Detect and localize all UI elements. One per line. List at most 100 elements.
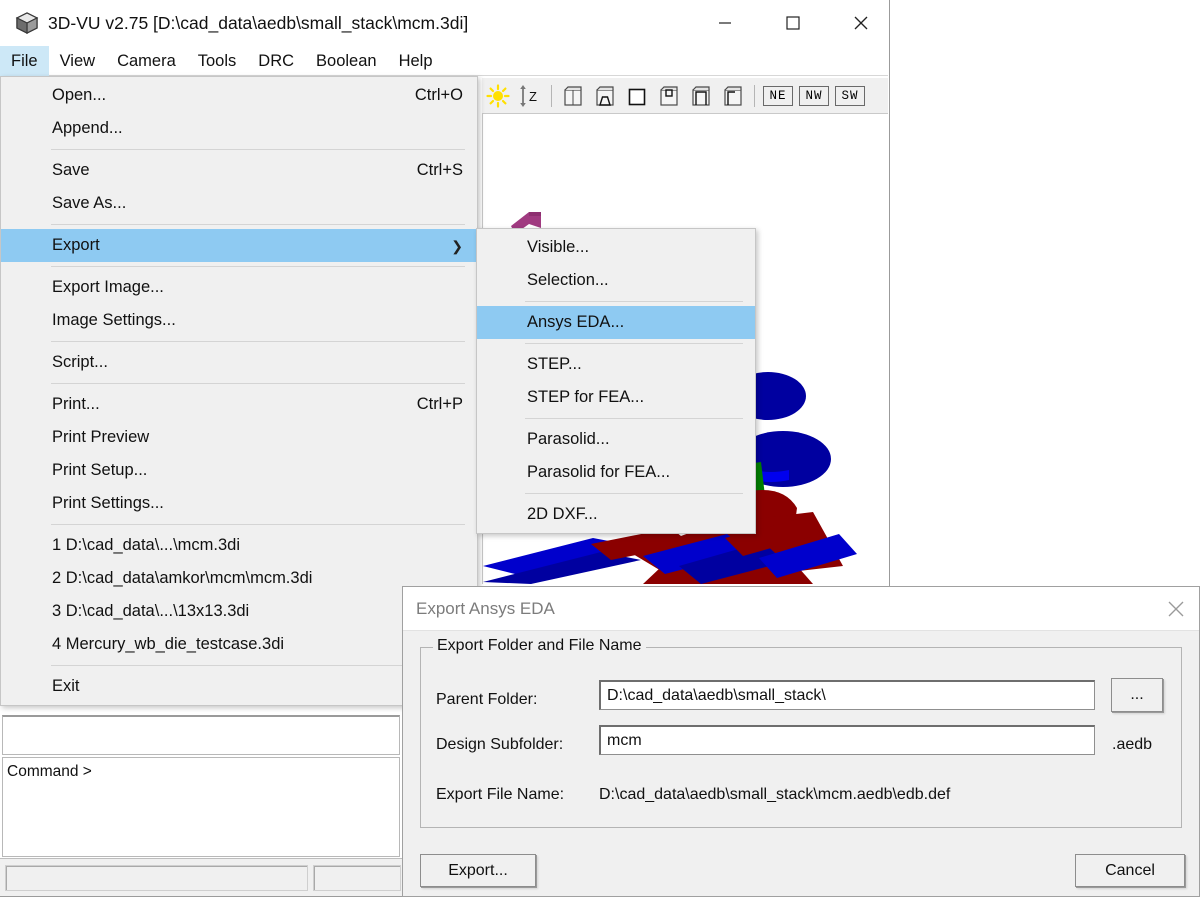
maximize-icon	[786, 16, 800, 30]
menu-separator	[51, 266, 465, 267]
menu-save-as-label: Save As...	[52, 194, 127, 212]
menubar-item-view[interactable]: View	[49, 46, 106, 76]
menu-separator	[51, 524, 465, 525]
dialog-title-bar: Export Ansys EDA	[403, 587, 1199, 631]
submenu-step-label: STEP...	[527, 355, 582, 373]
command-pane[interactable]: Command >	[2, 757, 400, 857]
export-ansys-eda-dialog: Export Ansys EDA Export Folder and File …	[402, 586, 1200, 897]
menu-script[interactable]: Script...	[1, 346, 477, 379]
menu-save-as[interactable]: Save As...	[1, 187, 477, 220]
submenu-parasolid-for-fea[interactable]: Parasolid for FEA...	[477, 456, 755, 489]
menu-export-image-label: Export Image...	[52, 278, 164, 296]
menu-save[interactable]: Save Ctrl+S	[1, 154, 477, 187]
close-icon	[1168, 601, 1184, 617]
view-ne-button[interactable]: NE	[763, 85, 793, 106]
cancel-button[interactable]: Cancel	[1075, 854, 1185, 887]
parent-folder-input[interactable]	[599, 680, 1095, 710]
browse-button[interactable]: ...	[1111, 678, 1163, 712]
toolbar-separator-2	[754, 84, 755, 107]
menubar-item-boolean[interactable]: Boolean	[305, 46, 388, 76]
submenu-parasolid-for-fea-label: Parasolid for FEA...	[527, 463, 671, 481]
menu-open-accel: Ctrl+O	[414, 86, 463, 104]
menu-print-preview[interactable]: Print Preview	[1, 421, 477, 454]
window-title: 3D-VU v2.75 [D:\cad_data\aedb\small_stac…	[48, 12, 469, 33]
menu-image-settings[interactable]: Image Settings...	[1, 304, 477, 337]
dialog-body: Export Folder and File Name Parent Folde…	[403, 631, 1199, 896]
menubar-item-file[interactable]: File	[0, 46, 49, 76]
menu-export-label: Export	[52, 236, 100, 254]
menu-print-settings[interactable]: Print Settings...	[1, 487, 477, 520]
submenu-selection-label: Selection...	[527, 271, 609, 289]
submenu-parasolid[interactable]: Parasolid...	[477, 423, 755, 456]
close-icon	[854, 16, 868, 30]
menu-recent-1[interactable]: 1 D:\cad_data\...\mcm.3di	[1, 529, 477, 562]
menu-open[interactable]: Open... Ctrl+O	[1, 79, 477, 112]
view-box-1-icon[interactable]	[557, 81, 589, 111]
maximize-button[interactable]	[770, 0, 816, 46]
export-submenu: Visible... Selection... Ansys EDA... STE…	[476, 228, 756, 534]
view-nw-button[interactable]: NW	[799, 85, 829, 106]
submenu-visible[interactable]: Visible...	[477, 231, 755, 264]
submenu-2d-dxf[interactable]: 2D DXF...	[477, 498, 755, 531]
menu-append-label: Append...	[52, 119, 123, 137]
design-subfolder-input[interactable]	[599, 725, 1095, 755]
design-subfolder-label: Design Subfolder:	[436, 736, 564, 753]
minimize-button[interactable]	[702, 0, 748, 46]
menu-export[interactable]: Export ❯	[1, 229, 477, 262]
menu-recent-2-label: 2 D:\cad_data\amkor\mcm\mcm.3di	[52, 569, 313, 587]
menu-open-label: Open...	[52, 86, 107, 104]
submenu-2d-dxf-label: 2D DXF...	[527, 505, 598, 523]
aedb-suffix-label: .aedb	[1112, 736, 1153, 753]
view-box-2-icon[interactable]	[589, 81, 621, 111]
view-sw-button[interactable]: SW	[835, 85, 865, 106]
view-box-4-icon[interactable]	[653, 81, 685, 111]
z-scale-icon[interactable]: Z	[514, 81, 546, 111]
menubar-item-help[interactable]: Help	[388, 46, 444, 76]
submenu-step[interactable]: STEP...	[477, 348, 755, 381]
menubar-item-tools[interactable]: Tools	[187, 46, 248, 76]
menu-append[interactable]: Append...	[1, 112, 477, 145]
chevron-right-icon: ❯	[451, 237, 463, 254]
menu-exit-label: Exit	[52, 677, 80, 695]
group-legend: Export Folder and File Name	[433, 637, 646, 655]
menu-separator	[51, 383, 465, 384]
light-sun-icon[interactable]	[482, 81, 514, 111]
menu-image-settings-label: Image Settings...	[52, 311, 176, 329]
menu-separator	[525, 301, 743, 302]
dialog-close-button[interactable]	[1153, 587, 1199, 631]
message-box[interactable]	[2, 715, 400, 755]
menu-print-setup[interactable]: Print Setup...	[1, 454, 477, 487]
submenu-visible-label: Visible...	[527, 238, 590, 256]
close-button[interactable]	[838, 0, 884, 46]
submenu-selection[interactable]: Selection...	[477, 264, 755, 297]
menu-print-setup-label: Print Setup...	[52, 461, 148, 479]
submenu-ansys-eda[interactable]: Ansys EDA...	[477, 306, 755, 339]
dialog-title: Export Ansys EDA	[416, 598, 555, 618]
export-button[interactable]: Export...	[420, 854, 536, 887]
status-pane-secondary	[313, 864, 401, 891]
submenu-step-for-fea[interactable]: STEP for FEA...	[477, 381, 755, 414]
menubar-item-camera[interactable]: Camera	[106, 46, 187, 76]
export-file-name-value: D:\cad_data\aedb\small_stack\mcm.aedb\ed…	[599, 786, 951, 803]
menu-recent-4-label: 4 Mercury_wb_die_testcase.3di	[52, 635, 285, 653]
menu-print-preview-label: Print Preview	[52, 428, 150, 446]
status-pane-primary	[5, 864, 308, 891]
menubar-item-drc[interactable]: DRC	[247, 46, 305, 76]
menu-separator	[51, 224, 465, 225]
menu-save-label: Save	[52, 161, 90, 179]
menu-separator	[51, 149, 465, 150]
menu-bar: File View Camera Tools DRC Boolean Help	[0, 46, 888, 76]
menu-print-label: Print...	[52, 395, 100, 413]
menu-print[interactable]: Print... Ctrl+P	[1, 388, 477, 421]
svg-text:Z: Z	[529, 89, 537, 104]
menu-separator	[525, 343, 743, 344]
view-box-6-icon[interactable]	[717, 81, 749, 111]
menu-separator	[525, 418, 743, 419]
toolbar: Z NE NW SW	[482, 78, 888, 114]
menu-export-image[interactable]: Export Image...	[1, 271, 477, 304]
menu-print-settings-label: Print Settings...	[52, 494, 164, 512]
view-box-5-icon[interactable]	[685, 81, 717, 111]
view-box-3-icon[interactable]	[621, 81, 653, 111]
menu-save-accel: Ctrl+S	[416, 161, 463, 179]
menu-separator	[51, 341, 465, 342]
